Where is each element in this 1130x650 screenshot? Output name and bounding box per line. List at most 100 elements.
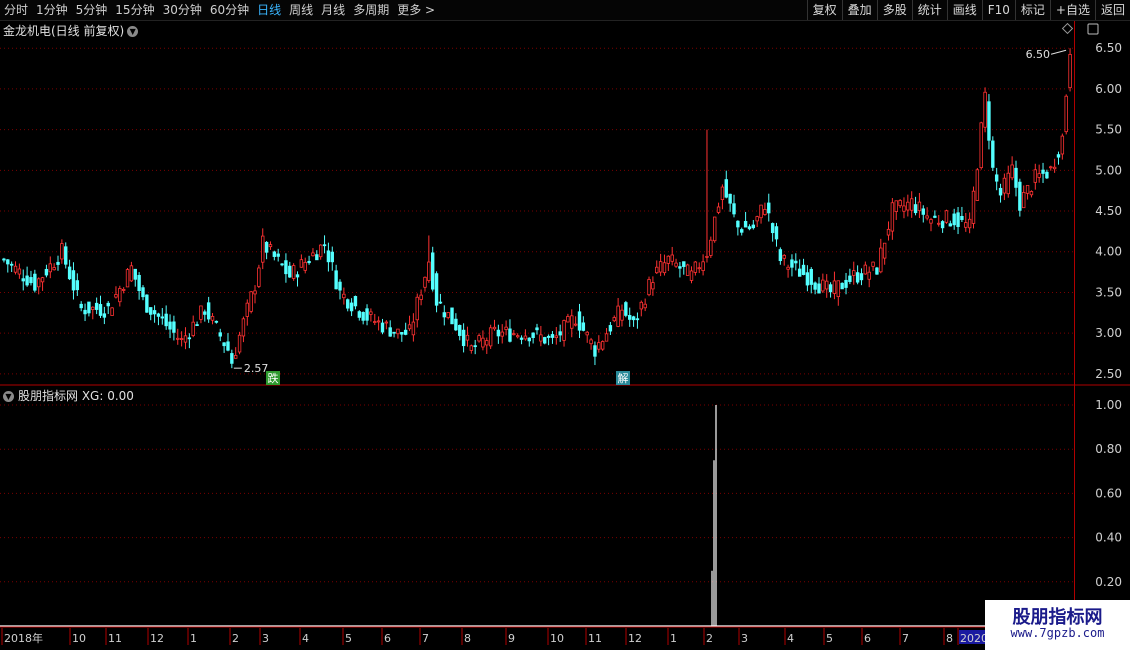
- high-price-label: 6.50: [1026, 48, 1051, 61]
- indicator-tick-label: 0.80: [1095, 442, 1122, 456]
- candle-body: [75, 280, 80, 291]
- candle-body: [967, 218, 972, 229]
- candle-body: [33, 273, 37, 291]
- candle-body: [666, 255, 671, 264]
- candle-body: [774, 226, 779, 240]
- candle-body: [832, 280, 837, 294]
- chart-area[interactable]: 2.50 3.00 3.50 4.00 4.50 5.00 5.50 6.00 6.50 1.00…: [0, 0, 1130, 650]
- candle-body: [616, 305, 620, 327]
- candle-body: [191, 321, 195, 336]
- candle-body: [539, 334, 543, 342]
- candle-body: [280, 263, 284, 266]
- candle-body: [894, 200, 898, 212]
- candle-body: [770, 223, 775, 234]
- candle-body: [1056, 154, 1061, 158]
- candle-body: [226, 341, 230, 351]
- candle-body: [64, 246, 68, 265]
- candle-body: [249, 291, 253, 312]
- grid-lines: [0, 47, 1074, 583]
- candle-body: [384, 321, 389, 324]
- candle-body: [909, 198, 914, 211]
- candle-body: [156, 313, 161, 317]
- candle-body: [485, 340, 489, 346]
- candle-body: [512, 333, 516, 336]
- x-tick-label: 11: [588, 632, 602, 645]
- y-tick-label: 5.00: [1095, 163, 1122, 177]
- candle-body: [543, 337, 547, 344]
- candle-body: [206, 302, 211, 320]
- candle-body: [755, 216, 759, 222]
- panel-icon: [1087, 23, 1099, 35]
- candle-body: [176, 337, 180, 340]
- candle-body: [797, 268, 802, 277]
- candle-body: [13, 265, 18, 273]
- candle-body: [330, 251, 334, 263]
- candle-body: [562, 320, 566, 341]
- x-tick-label: 10: [72, 632, 86, 645]
- candle-body: [133, 268, 137, 280]
- candle-body: [682, 261, 686, 267]
- candle-body: [427, 261, 431, 281]
- candle-body: [1049, 166, 1053, 169]
- candle-body: [496, 329, 501, 337]
- candle-body: [1010, 164, 1014, 179]
- candle-body: [975, 169, 980, 201]
- candle-body: [871, 261, 875, 267]
- candle-body: [670, 254, 674, 262]
- candle-body: [407, 324, 412, 330]
- candle-body: [369, 311, 373, 315]
- candle-body: [886, 228, 891, 236]
- candle-body: [906, 201, 910, 211]
- candle-body: [515, 335, 520, 338]
- candle-body: [222, 342, 226, 347]
- candle-body: [1064, 95, 1068, 133]
- x-tick-label: 5: [345, 632, 352, 645]
- candle-body: [933, 215, 937, 218]
- candle-body: [307, 260, 311, 264]
- candle-body: [867, 271, 871, 280]
- candle-body: [1045, 171, 1049, 179]
- candle-body: [94, 302, 99, 310]
- candle-body: [631, 316, 636, 321]
- candle-body: [488, 327, 493, 347]
- signal-marker-text: 跌: [268, 371, 279, 385]
- candle-body: [550, 334, 555, 338]
- diamond-icon: [1061, 22, 1074, 35]
- candle-body: [994, 174, 999, 182]
- candle-body: [790, 259, 794, 268]
- candle-body: [423, 276, 427, 288]
- candle-body: [322, 244, 327, 247]
- candle-body: [272, 251, 277, 257]
- candle-body: [991, 140, 995, 168]
- candle-body: [508, 328, 512, 342]
- candle-body: [1041, 169, 1045, 174]
- candle-body: [971, 190, 976, 224]
- x-tick-label: 2: [706, 632, 713, 645]
- candle-body: [9, 263, 14, 266]
- candlesticks: [2, 48, 1072, 369]
- x-tick-label: 4: [302, 632, 309, 645]
- x-tick-label: 3: [262, 632, 269, 645]
- watermark-logo: 股朋指标网 www.7gpzb.com: [985, 600, 1130, 650]
- candle-body: [662, 262, 667, 274]
- candle-body: [434, 273, 439, 306]
- indicator-tick-label: 1.00: [1095, 398, 1122, 412]
- y-tick-label: 4.00: [1095, 245, 1122, 259]
- candle-body: [172, 321, 176, 333]
- candle-body: [732, 203, 736, 215]
- candle-body: [1052, 166, 1057, 170]
- candle-body: [689, 270, 694, 281]
- candle-body: [624, 302, 628, 316]
- candle-body: [743, 220, 748, 228]
- x-tick-label: 5: [826, 632, 833, 645]
- candle-body: [859, 273, 864, 281]
- candle-body: [697, 267, 701, 270]
- candle-body: [573, 323, 578, 326]
- candle-body: [253, 290, 257, 295]
- candle-body: [152, 310, 157, 315]
- candle-body: [87, 301, 91, 314]
- candle-body: [357, 311, 362, 318]
- candle-body: [879, 247, 883, 273]
- candle-body: [882, 242, 887, 259]
- signal-marker-text: 解: [618, 371, 629, 385]
